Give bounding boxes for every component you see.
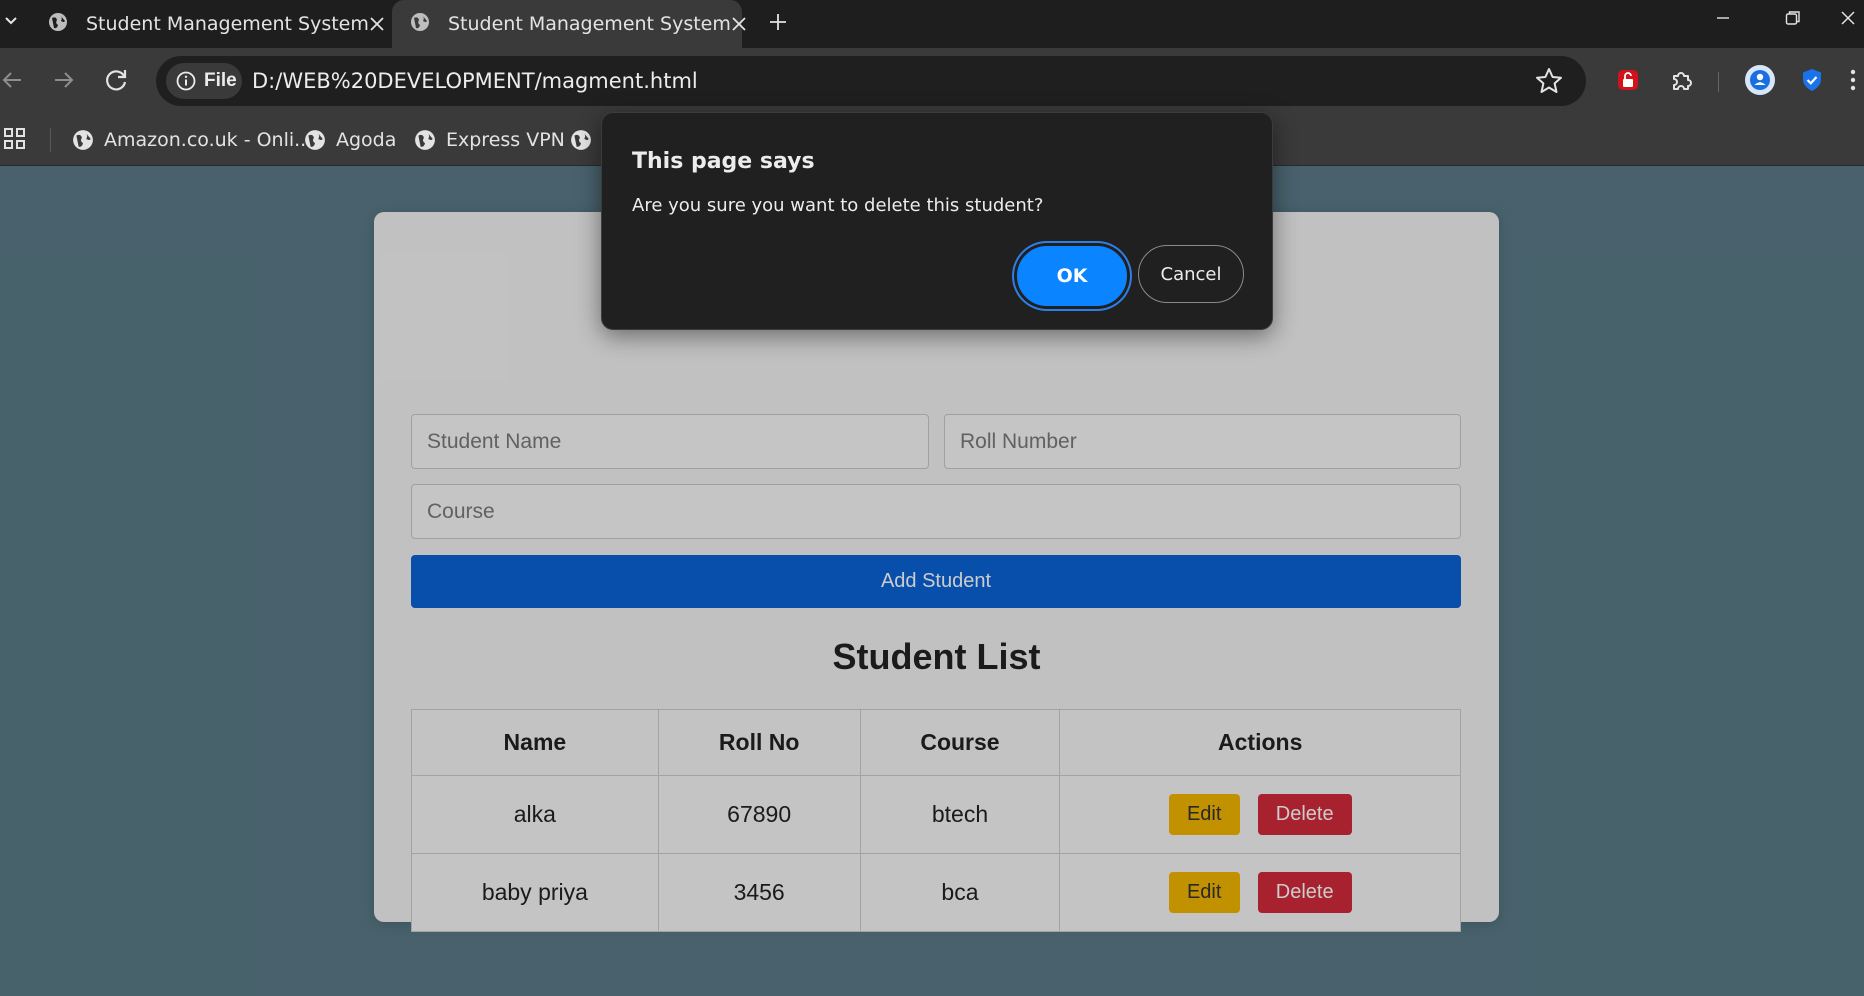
- bookmark-label: Express VPN: [446, 129, 565, 151]
- tab-title: Student Management System: [448, 13, 731, 35]
- browser-tab-2-active[interactable]: Student Management System: [392, 0, 746, 48]
- site-info-chip[interactable]: File: [166, 63, 242, 99]
- ok-button[interactable]: OK: [1017, 246, 1127, 306]
- tab-strip: Student Management System Student Manage…: [0, 0, 1864, 48]
- close-window-icon[interactable]: [1832, 0, 1864, 36]
- globe-icon: [571, 130, 591, 150]
- cancel-button[interactable]: Cancel: [1138, 245, 1244, 303]
- shield-check-icon[interactable]: [1792, 60, 1832, 100]
- bookmarks-divider: [50, 128, 51, 152]
- bookmark-label: Amazon.co.uk - Onli...: [104, 129, 313, 151]
- minimize-icon[interactable]: [1698, 0, 1748, 36]
- plus-icon[interactable]: [760, 4, 796, 40]
- dialog-title: This page says: [632, 149, 815, 174]
- close-icon[interactable]: [731, 9, 747, 39]
- bookmark-agoda[interactable]: Agoda: [304, 114, 396, 166]
- globe-icon: [415, 130, 435, 150]
- globe-icon: [48, 12, 68, 37]
- restore-icon[interactable]: [1768, 0, 1818, 36]
- bookmark-express-vpn[interactable]: Express VPN: [414, 114, 565, 166]
- close-icon[interactable]: [369, 9, 385, 39]
- url-text[interactable]: D:/WEB%20DEVELOPMENT/magment.html: [252, 56, 698, 106]
- file-label: File: [204, 70, 237, 91]
- browser-tab-1[interactable]: Student Management System: [30, 0, 390, 48]
- puzzle-icon[interactable]: [1662, 60, 1702, 100]
- dialog-message: Are you sure you want to delete this stu…: [632, 195, 1044, 216]
- reload-icon[interactable]: [96, 60, 136, 100]
- info-icon: [176, 71, 196, 91]
- star-icon[interactable]: [1534, 66, 1564, 101]
- lock-extension-icon[interactable]: [1608, 60, 1648, 100]
- toolbar-separator: [1718, 72, 1719, 92]
- globe-icon: [410, 12, 430, 37]
- tab-title: Student Management System: [86, 13, 369, 35]
- globe-icon: [73, 130, 93, 150]
- apps-grid-icon[interactable]: [2, 126, 28, 157]
- profile-icon[interactable]: [1740, 60, 1780, 100]
- tab-search-chevron-icon[interactable]: [0, 6, 22, 36]
- back-arrow-icon[interactable]: [0, 60, 32, 100]
- menu-dots-icon[interactable]: [1842, 60, 1864, 100]
- confirm-dialog: This page says Are you sure you want to …: [601, 112, 1273, 330]
- globe-icon: [305, 130, 325, 150]
- forward-arrow-icon[interactable]: [44, 60, 84, 100]
- address-bar[interactable]: File D:/WEB%20DEVELOPMENT/magment.html: [156, 56, 1586, 106]
- browser-toolbar: File D:/WEB%20DEVELOPMENT/magment.html: [0, 48, 1864, 114]
- bookmark-amazon[interactable]: Amazon.co.uk - Onli...: [72, 114, 312, 166]
- bookmark-partial[interactable]: [570, 114, 602, 166]
- bookmark-label: Agoda: [336, 129, 397, 151]
